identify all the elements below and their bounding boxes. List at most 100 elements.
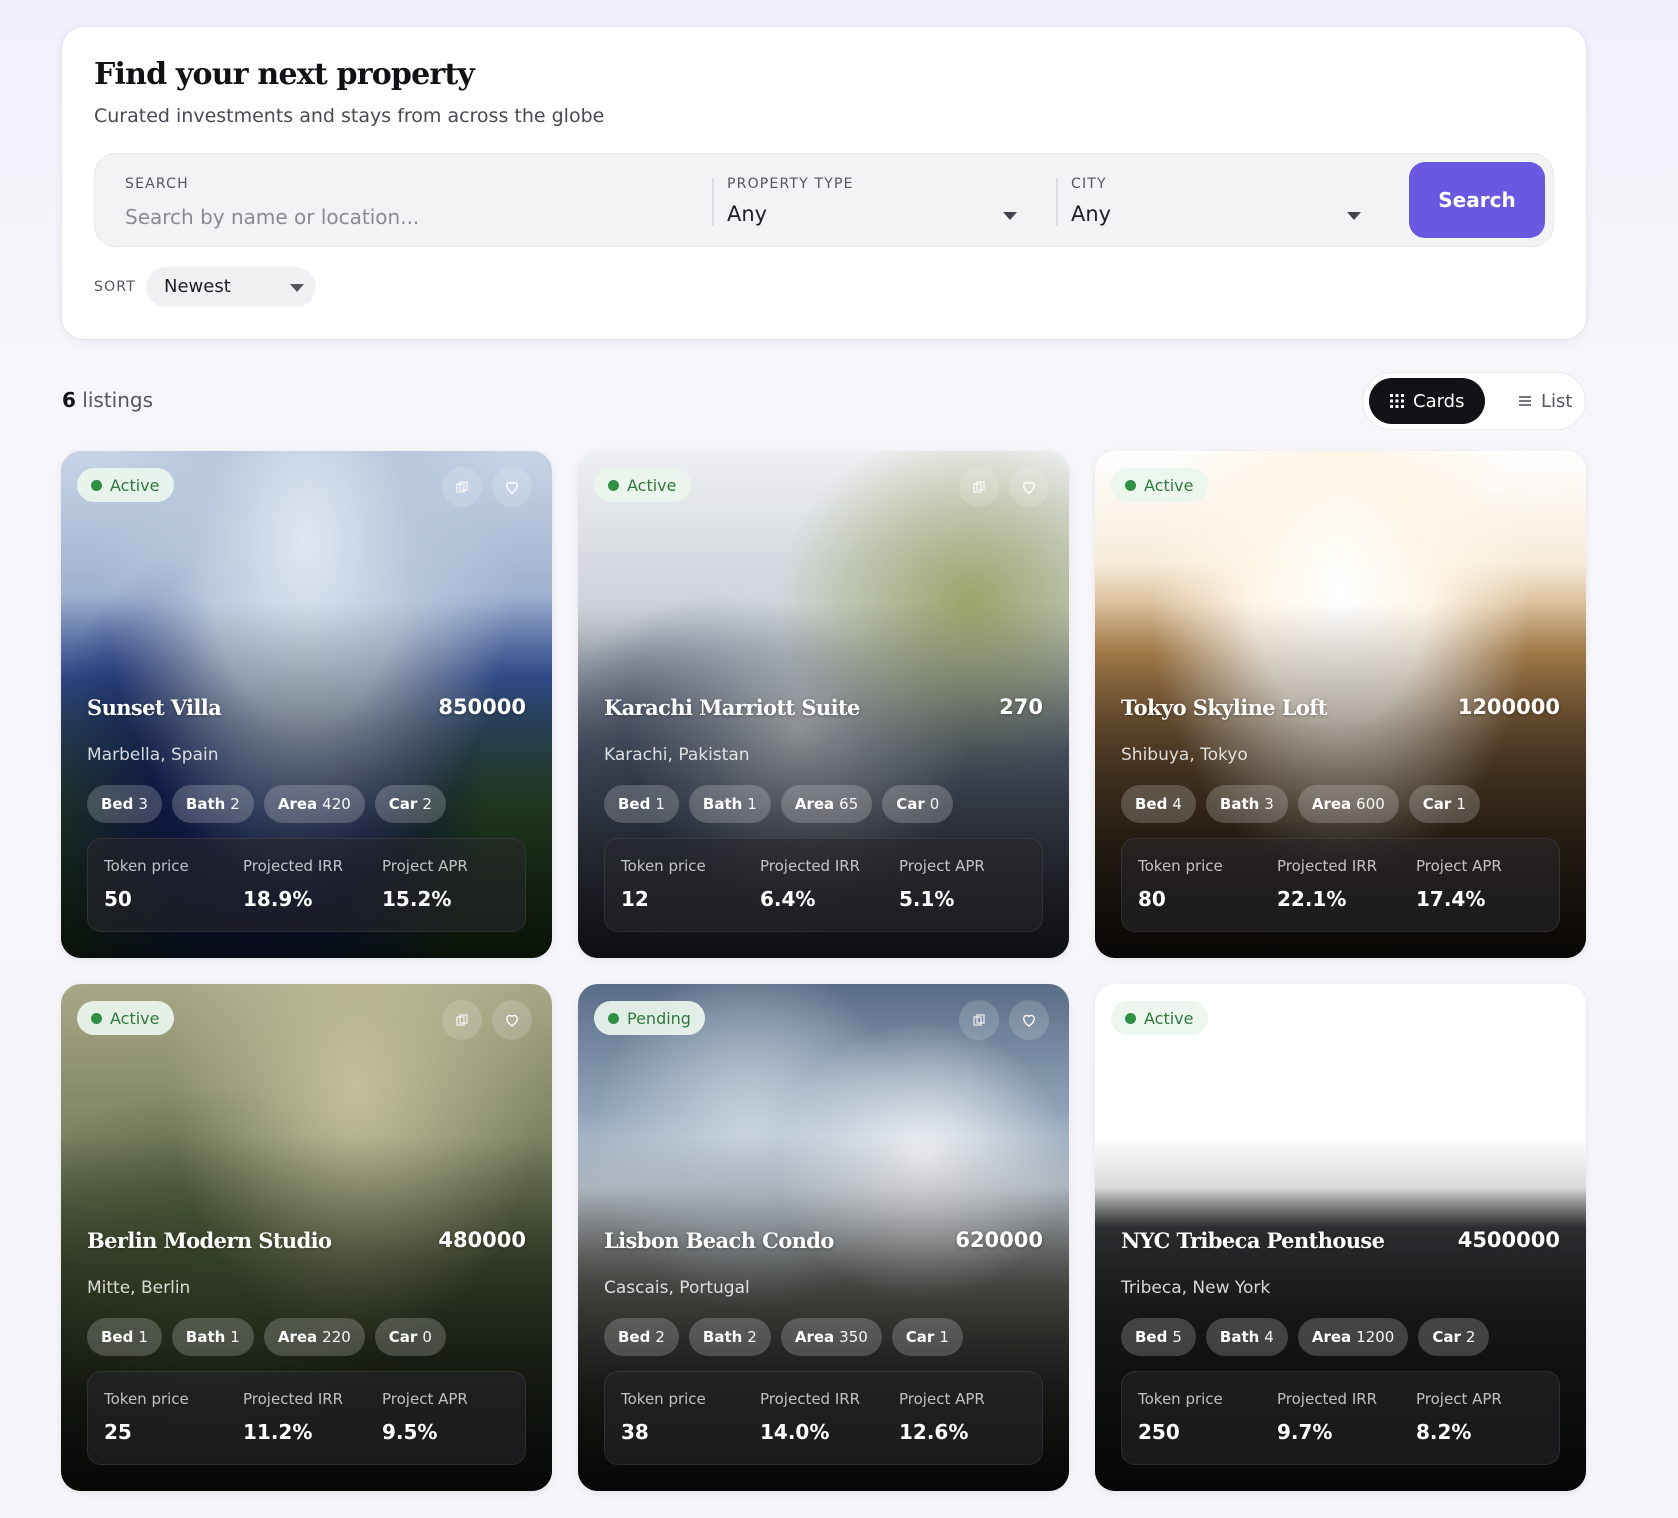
listing-price: 270	[999, 695, 1043, 719]
car-count: 0	[422, 1328, 432, 1346]
bath-chip: Bath 2	[688, 1318, 771, 1356]
chip-label: Bed	[1135, 795, 1168, 813]
area-chip: Area 65	[780, 785, 873, 823]
investment-metrics: Token price 50 Projected IRR 18.9% Proje…	[87, 838, 526, 932]
listing-title: Sunset Villa	[87, 695, 222, 720]
chip-label: Bath	[1219, 1328, 1260, 1346]
property-type-select[interactable]: PROPERTY TYPE Any	[725, 154, 1035, 248]
chip-label: Bath	[702, 1328, 743, 1346]
bath-chip: Bath 4	[1205, 1318, 1288, 1356]
project-apr-value: 12.6%	[899, 1420, 969, 1444]
favorite-button[interactable]	[1009, 1000, 1049, 1040]
chip-label: Area	[1311, 1328, 1352, 1346]
listing-card[interactable]: Pending Lisbon Beach Condo 620000 Cascai…	[578, 984, 1069, 1491]
bath-count: 2	[230, 795, 240, 813]
favorite-button[interactable]	[492, 467, 532, 507]
listing-card[interactable]: Active Berlin Modern Studio 480000 Mitte…	[61, 984, 552, 1491]
chip-label: Bath	[702, 795, 743, 813]
project-apr-value: 9.5%	[382, 1420, 438, 1444]
status-label: Active	[110, 1008, 160, 1028]
share-button[interactable]	[442, 1000, 482, 1040]
status-label: Active	[1144, 475, 1194, 495]
car-count: 2	[1465, 1328, 1476, 1346]
bed-chip: Bed 1	[87, 1318, 162, 1356]
status-dot	[608, 479, 619, 491]
listing-card[interactable]: Active Tokyo Skyline Loft 1200000 Shibuy…	[1095, 451, 1586, 958]
page-subtitle: Curated investments and stays from acros…	[94, 105, 605, 127]
chip-label: Car	[388, 1328, 418, 1346]
heart-icon	[506, 1014, 518, 1027]
results-count-suffix: listings	[82, 388, 154, 412]
listing-price: 620000	[955, 1228, 1043, 1252]
city-label: CITY	[1071, 176, 1107, 192]
metric-label: Project APR	[382, 857, 468, 875]
chip-label: Bed	[1135, 1328, 1168, 1346]
listing-location: Mitte, Berlin	[87, 1278, 191, 1298]
project-apr-metric: Project APR 9.5%	[382, 1390, 468, 1444]
area-value: 600	[1356, 795, 1385, 813]
listing-location: Cascais, Portugal	[604, 1278, 750, 1298]
share-icon	[973, 1014, 985, 1026]
metric-label: Projected IRR	[243, 1390, 344, 1408]
listing-price: 4500000	[1457, 1228, 1560, 1252]
search-button[interactable]: Search	[1409, 162, 1545, 238]
investment-metrics: Token price 250 Projected IRR 9.7% Proje…	[1121, 1371, 1560, 1465]
bath-chip: Bath 2	[171, 785, 254, 823]
project-apr-metric: Project APR 17.4%	[1416, 857, 1502, 911]
area-chip: Area 1200	[1297, 1318, 1409, 1356]
property-type-label: PROPERTY TYPE	[727, 176, 854, 192]
bed-count: 3	[138, 795, 148, 813]
favorite-button[interactable]	[1526, 1000, 1566, 1040]
metric-label: Projected IRR	[1277, 1390, 1378, 1408]
chevron-down-icon	[1003, 212, 1017, 220]
listing-card[interactable]: Active NYC Tribeca Penthouse 4500000 Tri…	[1095, 984, 1586, 1491]
listing-card[interactable]: Active Karachi Marriott Suite 270 Karach…	[578, 451, 1069, 958]
chip-label: Car	[896, 795, 925, 813]
bath-chip: Bath 1	[171, 1318, 254, 1356]
cards-view-button[interactable]: Cards	[1369, 378, 1485, 424]
car-count: 0	[929, 795, 940, 813]
listing-card[interactable]: Active Sunset Villa 850000 Marbella, Spa…	[61, 451, 552, 958]
field-divider	[712, 178, 714, 226]
favorite-button[interactable]	[1526, 467, 1566, 507]
projected-irr-value: 22.1%	[1277, 887, 1347, 911]
heart-icon	[1023, 1014, 1035, 1027]
bath-chip: Bath 1	[688, 785, 771, 823]
chip-label: Bath	[1219, 795, 1260, 813]
status-dot	[1125, 1012, 1136, 1024]
list-view-button[interactable]: List	[1497, 378, 1592, 424]
share-button[interactable]	[442, 467, 482, 507]
metric-label: Projected IRR	[1277, 857, 1378, 875]
area-chip: Area 220	[263, 1318, 365, 1356]
bath-count: 1	[230, 1328, 240, 1346]
grid-icon	[1390, 394, 1404, 408]
projected-irr-metric: Projected IRR 14.0%	[760, 1390, 860, 1444]
status-dot	[91, 479, 102, 491]
share-button[interactable]	[959, 467, 999, 507]
favorite-button[interactable]	[492, 1000, 532, 1040]
token-price-value: 38	[621, 1420, 649, 1444]
view-toggle: Cards List	[1362, 372, 1586, 430]
investment-metrics: Token price 38 Projected IRR 14.0% Proje…	[604, 1371, 1043, 1465]
status-badge: Active	[77, 468, 174, 502]
share-button[interactable]	[1476, 1000, 1516, 1040]
share-button[interactable]	[959, 1000, 999, 1040]
projected-irr-metric: Projected IRR 6.4%	[760, 857, 860, 911]
city-select[interactable]: CITY Any	[1069, 154, 1379, 248]
metric-label: Project APR	[382, 1390, 468, 1408]
feature-chips: Bed 3 Bath 2 Area 420 Car 2	[87, 785, 446, 823]
feature-chips: Bed 5 Bath 4 Area 1200 Car 2	[1121, 1318, 1490, 1356]
sort-value: Newest	[164, 276, 231, 297]
favorite-button[interactable]	[1009, 467, 1049, 507]
listing-title: Karachi Marriott Suite	[604, 695, 860, 720]
status-dot	[608, 1012, 619, 1024]
bath-count: 2	[747, 1328, 757, 1346]
car-count: 1	[939, 1328, 949, 1346]
investment-metrics: Token price 80 Projected IRR 22.1% Proje…	[1121, 838, 1560, 932]
bed-chip: Bed 2	[604, 1318, 679, 1356]
search-input[interactable]	[125, 202, 685, 232]
token-price-metric: Token price 38	[621, 1390, 706, 1444]
investment-metrics: Token price 12 Projected IRR 6.4% Projec…	[604, 838, 1043, 932]
sort-select[interactable]: Newest	[146, 267, 316, 307]
share-button[interactable]	[1476, 467, 1516, 507]
